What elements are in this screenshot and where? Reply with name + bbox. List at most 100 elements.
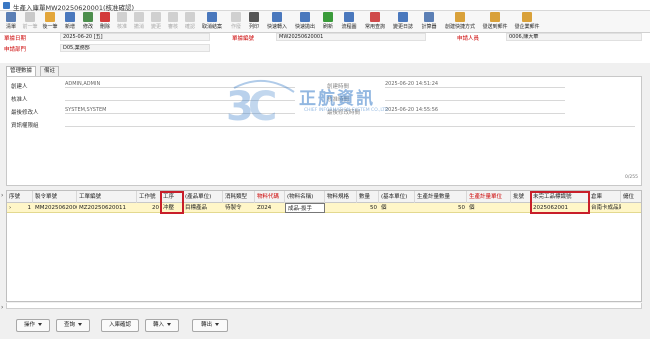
cell-work-order[interactable]: MZ20250620011 [77,203,137,213]
permission-group-field[interactable] [65,120,635,127]
transfer-out-dropdown-button[interactable]: 轉出 [192,319,228,332]
calculator-button[interactable]: 計算器 [418,12,440,32]
col-mo-number[interactable]: 製令單號 [33,191,77,203]
table-row[interactable]: › 1 MM20250620002 MZ20250620011 20 冲壓 目標… [7,203,641,213]
undo-button[interactable]: 撤消 [131,12,147,32]
date-field[interactable]: 2025-06-20 [五] [60,33,210,41]
change-button[interactable]: 變更 [148,12,164,32]
requester-field[interactable]: 0006,陳大華 [506,33,642,41]
change-log-button[interactable]: 變更日誌 [390,12,416,32]
chevron-down-icon [167,323,171,326]
cell-wip-id[interactable]: 2025062001 [531,203,589,213]
col-product-unit[interactable]: (產品單位) [183,191,223,203]
col-material-code[interactable]: 物料代碼 [255,191,285,203]
col-material-name[interactable]: (物料名稱) [285,191,325,203]
modified-time-label: 最後修改時間 [327,110,361,116]
common-query-button[interactable]: 常用查詢 [362,12,388,32]
col-material-spec[interactable]: 物料規格 [325,191,357,203]
grid-horizontal-scrollbar[interactable] [6,303,642,309]
transfer-in-dropdown-button[interactable]: 轉入 [145,319,179,332]
refresh-button[interactable]: 刷新 [320,12,336,32]
col-prod-qty[interactable]: 生產計量數量 [415,191,467,203]
modifier-label: 最後修改人 [11,110,39,116]
prev-record-button[interactable]: 前一筆 [20,12,40,32]
dept-field[interactable]: D05,業務部 [60,44,210,52]
cell-process[interactable]: 冲壓 [161,203,183,213]
list-button[interactable]: 清單 [2,12,20,32]
delete-button[interactable]: 刪除 [97,12,113,32]
delete-icon [100,12,110,22]
number-field[interactable]: MW20250620001 [276,33,426,41]
query-icon [370,12,380,22]
toolbar: 清單 前一筆 後一筆 新增 修改 刪除 核准 撤消 變更 審核 確認 取消結案 … [0,11,650,33]
next-record-button[interactable]: 後一筆 [40,12,60,32]
shortcut-icon [455,12,465,22]
new-button[interactable]: 新增 [62,12,78,32]
cell-prod-qty[interactable]: 50 [415,203,467,213]
enterprise-mail-button[interactable]: 發企業郵件 [512,12,542,32]
cell-mo-number[interactable]: MM20250620002 [33,203,77,213]
col-prod-unit[interactable]: 生產計量單位 [467,191,511,203]
cell-base-unit[interactable]: 個 [379,203,415,213]
col-batch[interactable]: 批號 [511,191,531,203]
cancel-close-button[interactable]: 取消結案 [199,12,225,32]
print-button[interactable]: 列印 [246,12,262,32]
cell-prod-unit[interactable]: 個 [467,203,511,213]
chevron-down-icon [38,323,42,326]
mail-icon [490,12,500,22]
cell-material-spec[interactable] [325,203,357,213]
flowchart-button[interactable]: 流程圖 [338,12,360,32]
inbound-confirm-button[interactable]: 入庫確認 [101,319,139,332]
export-icon [300,12,310,22]
query-dropdown-button[interactable]: 查詢 [56,319,90,332]
quick-import-button[interactable]: 快速轉入 [264,12,290,32]
char-counter: 0/255 [625,175,638,180]
operate-dropdown-button[interactable]: 操作 [16,319,50,332]
calculator-icon [424,12,434,22]
col-job-number[interactable]: 工作號 [137,191,161,203]
tab-management[interactable]: 管理數據 [6,66,37,76]
cell-quantity[interactable]: 50 [357,203,379,213]
undo-icon [134,12,144,22]
cell-product-unit[interactable]: 目標產品 [183,203,223,213]
cell-seq[interactable]: 1 [13,203,33,213]
col-bin[interactable]: 儲位 [621,191,641,203]
edit-button[interactable]: 修改 [80,12,96,32]
cell-warehouse[interactable]: 台南卡成品庫 [589,203,621,213]
void-icon [231,12,241,22]
col-quantity[interactable]: 數量 [357,191,379,203]
send-mail-button[interactable]: 發送到郵件 [480,12,510,32]
created-time-label: 創建時間 [327,84,350,90]
confirm-button[interactable]: 確認 [182,12,198,32]
detail-grid: 序號 製令單號 工單編號 工作號 工序 (產品單位) 消耗類型 物料代碼 (物料… [6,190,642,302]
import-icon [272,12,282,22]
refresh-icon [323,12,333,22]
chevron-down-icon [78,323,82,326]
col-process[interactable]: 工序 [161,191,183,203]
cell-material-code[interactable]: Z024 [255,203,285,213]
review-button[interactable]: 審核 [165,12,181,32]
panel-collapse-icon[interactable]: › [1,304,3,311]
cell-consume-type[interactable]: 待製令 [223,203,255,213]
void-button[interactable]: 作廢 [228,12,244,32]
col-consume-type[interactable]: 消耗類型 [223,191,255,203]
create-shortcut-button[interactable]: 創建快捷方式 [442,12,478,32]
col-seq[interactable]: 序號 [7,191,33,203]
flowchart-icon [344,12,354,22]
col-warehouse[interactable]: 倉庫 [589,191,621,203]
quick-export-button[interactable]: 快速拋出 [292,12,318,32]
approve-button[interactable]: 核准 [114,12,130,32]
tab-remarks[interactable]: 備註 [40,66,60,76]
chevron-down-icon [215,323,219,326]
grid-expand-icon[interactable]: › [1,192,3,199]
bottom-action-bar: 操作 查詢 入庫確認 轉入 轉出 [0,315,650,339]
col-work-order[interactable]: 工單編號 [77,191,137,203]
cell-material-name[interactable]: 成品-扳手 [285,203,325,213]
log-icon [398,12,408,22]
cell-bin[interactable] [621,203,641,213]
review-icon [168,12,178,22]
cell-job-number[interactable]: 20 [137,203,161,213]
col-wip-id[interactable]: 未完工品標識號 [531,191,589,203]
col-base-unit[interactable]: (基本單位) [379,191,415,203]
cell-batch[interactable] [511,203,531,213]
